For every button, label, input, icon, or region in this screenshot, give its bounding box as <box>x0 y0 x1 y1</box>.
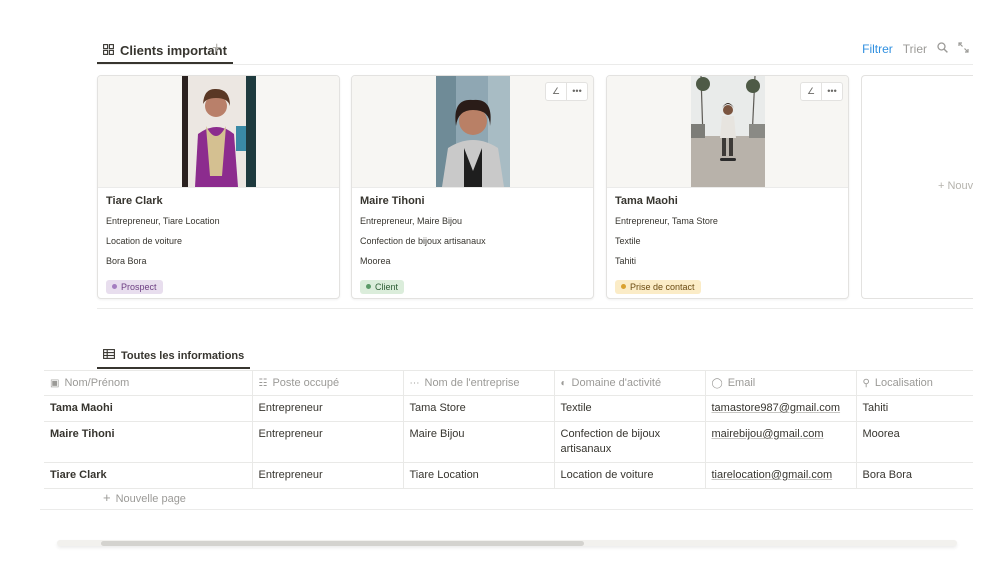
pencil-icon[interactable]: ∠ <box>546 83 566 100</box>
person-photo <box>435 76 510 187</box>
card-cover: ∠ ••• <box>352 76 593 188</box>
table-row[interactable]: Maire Tihoni Entrepreneur Maire Bijou Co… <box>44 421 973 463</box>
status-badge: Prospect <box>106 279 163 294</box>
cell-localisation[interactable]: Bora Bora <box>856 462 973 489</box>
card-title: Maire Tihoni <box>360 195 425 207</box>
table-header-row: ▣ Nom/Prénom ☷ Poste occupé ⋯ Nom de l'entr… <box>44 370 973 396</box>
table-icon <box>103 349 115 362</box>
cell-entreprise[interactable]: Tiare Location <box>403 462 555 489</box>
sort-button[interactable]: Trier <box>903 42 927 56</box>
globe-icon: ◯ <box>711 378 723 389</box>
card-title: Tiare Clark <box>106 195 163 207</box>
card-poste: Entrepreneur, Tiare Location <box>106 216 220 226</box>
gallery-card[interactable]: ∠ ••• Maire Tihoni Entrepreneur, Maire B… <box>351 75 594 299</box>
scrollbar-thumb[interactable] <box>101 541 584 546</box>
status-label: Prospect <box>121 281 157 292</box>
cell-domaine[interactable]: Textile <box>554 395 706 422</box>
card-actions: ∠ ••• <box>545 82 588 101</box>
card-title: Tama Maohi <box>615 195 678 207</box>
table-row[interactable]: Tiare Clark Entrepreneur Tiare Location … <box>44 462 973 489</box>
tab-label: Toutes les informations <box>121 349 245 362</box>
card-lieu: Tahiti <box>615 256 637 266</box>
more-icon[interactable]: ••• <box>566 83 587 100</box>
cell-entreprise[interactable]: Tama Store <box>403 395 555 422</box>
email-link[interactable]: tamastore987@gmail.com <box>712 402 841 414</box>
gallery-card[interactable]: ∠ ••• Tama Maohi Entrepreneur, Tama Stor… <box>606 75 849 299</box>
cell-email[interactable]: tamastore987@gmail.com <box>705 395 857 422</box>
database-table: ▣ Nom/Prénom ☷ Poste occupé ⋯ Nom de l'entr… <box>44 370 973 489</box>
cell-email[interactable]: mairebijou@gmail.com <box>705 421 857 463</box>
pencil-icon[interactable]: ∠ <box>801 83 821 100</box>
person-photo <box>181 76 256 187</box>
status-icon: ◐ <box>560 378 567 389</box>
cell-localisation[interactable]: Tahiti <box>856 395 973 422</box>
cell-poste[interactable]: Entrepreneur <box>252 395 404 422</box>
cell-nom[interactable]: Maire Tihoni <box>44 421 253 463</box>
cell-nom[interactable]: Tiare Clark <box>44 462 253 489</box>
grid-icon <box>103 43 114 58</box>
new-page-button[interactable]: + Nouvelle page <box>103 490 186 505</box>
column-header-domaine[interactable]: ◐ Domaine d'activité <box>554 370 706 396</box>
card-cover: ∠ ••• <box>607 76 848 188</box>
cell-poste[interactable]: Entrepreneur <box>252 462 404 489</box>
card-domaine: Textile <box>615 236 641 246</box>
tab-toutes-les-informations[interactable]: Toutes les informations <box>97 344 251 369</box>
card-cover <box>98 76 339 188</box>
plus-icon: + <box>103 490 111 505</box>
card-domaine: Location de voiture <box>106 236 183 246</box>
filter-button[interactable]: Filtrer <box>862 42 893 56</box>
card-domaine: Confection de bijoux artisanaux <box>360 236 486 246</box>
status-dot <box>621 284 626 289</box>
gallery-card[interactable]: Tiare Clark Entrepreneur, Tiare Location… <box>97 75 340 299</box>
card-actions: ∠ ••• <box>800 82 843 101</box>
status-badge: Prise de contact <box>615 279 701 294</box>
cell-poste[interactable]: Entrepreneur <box>252 421 404 463</box>
cell-entreprise[interactable]: Maire Bijou <box>403 421 555 463</box>
status-label: Client <box>375 281 399 292</box>
new-card-label: + Nouv <box>938 180 974 192</box>
card-poste: Entrepreneur, Maire Bijou <box>360 216 463 226</box>
add-view-button[interactable]: + <box>212 40 221 58</box>
column-header-email[interactable]: ◯ Email <box>705 370 857 396</box>
gallery-divider <box>97 308 973 309</box>
pin-icon: ⚲ <box>862 378 870 389</box>
cell-domaine[interactable]: Location de voiture <box>554 462 706 489</box>
card-poste: Entrepreneur, Tama Store <box>615 216 718 226</box>
tab-label: Clients important <box>120 42 227 58</box>
status-badge: Client <box>360 279 405 294</box>
card-lieu: Moorea <box>360 256 391 266</box>
expand-icon[interactable] <box>958 42 969 56</box>
status-label: Prise de contact <box>630 281 695 292</box>
search-icon[interactable] <box>937 42 948 56</box>
email-link[interactable]: mairebijou@gmail.com <box>712 428 824 440</box>
status-dot <box>112 284 117 289</box>
more-icon[interactable]: ••• <box>821 83 842 100</box>
org-chart-icon: ☷ <box>258 378 268 389</box>
card-lieu: Bora Bora <box>106 256 147 266</box>
table-bottom-divider <box>40 509 973 510</box>
header-divider <box>97 64 973 65</box>
new-card-button[interactable]: + Nouv <box>861 75 973 299</box>
column-header-poste[interactable]: ☷ Poste occupé <box>252 370 404 396</box>
cell-nom[interactable]: Tama Maohi <box>44 395 253 422</box>
new-page-label: Nouvelle page <box>115 493 186 505</box>
cell-email[interactable]: tiarelocation@gmail.com <box>705 462 857 489</box>
id-card-icon: ▣ <box>50 378 60 389</box>
ellipsis-icon: ⋯ <box>409 378 420 389</box>
toolbar: Filtrer Trier <box>862 42 969 56</box>
column-header-entreprise[interactable]: ⋯ Nom de l'entreprise <box>403 370 555 396</box>
person-photo <box>690 76 765 187</box>
email-link[interactable]: tiarelocation@gmail.com <box>712 469 833 481</box>
cell-domaine[interactable]: Confection de bijoux artisanaux <box>554 421 706 463</box>
status-dot <box>366 284 371 289</box>
cell-localisation[interactable]: Moorea <box>856 421 973 463</box>
table-row[interactable]: Tama Maohi Entrepreneur Tama Store Texti… <box>44 395 973 422</box>
column-header-nom[interactable]: ▣ Nom/Prénom <box>44 370 253 396</box>
column-header-localisation[interactable]: ⚲ Localisation <box>856 370 973 396</box>
